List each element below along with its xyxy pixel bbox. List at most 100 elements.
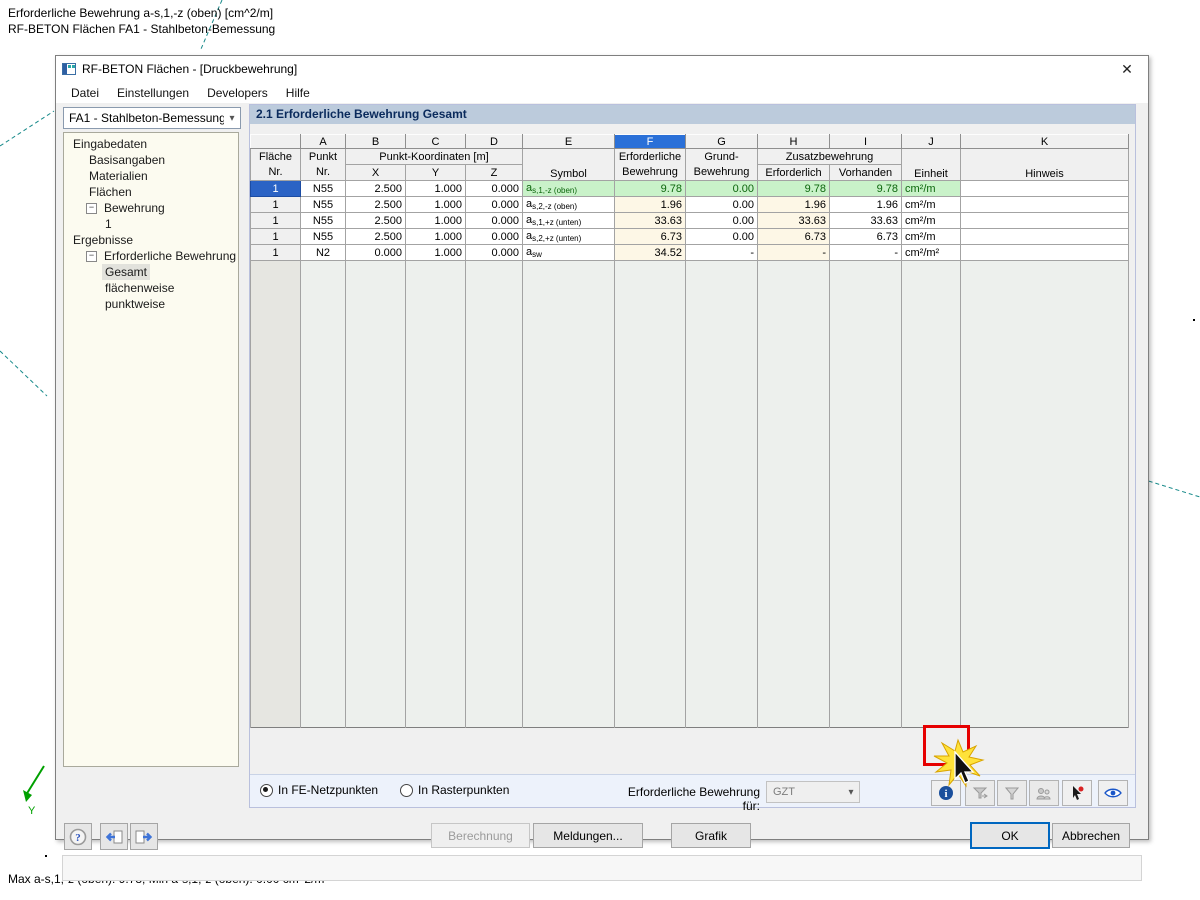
col-header-symbol[interactable]: Symbol [523,149,615,181]
cell-zusatz-vorhanden[interactable]: 33.63 [830,213,902,229]
menu-item-hilfe[interactable]: Hilfe [277,84,319,102]
cell-zusatz-erforderlich[interactable]: 1.96 [758,197,830,213]
column-letter-J[interactable]: J [902,135,961,149]
cell-x[interactable]: 2.500 [346,181,406,197]
radio-fe-netzpunkte[interactable]: In FE-Netzpunkten [260,783,378,797]
filter-button[interactable] [997,780,1027,806]
column-letter-C[interactable]: C [406,135,466,149]
cell-zusatz-vorhanden[interactable]: 9.78 [830,181,902,197]
cell-symbol[interactable]: as,1,-z (oben) [523,181,615,197]
cell-grund[interactable]: - [686,245,758,261]
cell-x[interactable]: 0.000 [346,245,406,261]
col-header-hinweis[interactable]: Hinweis [961,149,1129,181]
cell-y[interactable]: 1.000 [406,197,466,213]
cell-erforderlich[interactable]: 34.52 [615,245,686,261]
col-header-y[interactable]: Y [406,165,466,181]
cell-hinweis[interactable] [961,213,1129,229]
cell-z[interactable]: 0.000 [466,213,523,229]
cell-symbol[interactable]: as,1,+z (unten) [523,213,615,229]
column-letter-F[interactable]: F [615,135,686,149]
column-letter-E[interactable]: E [523,135,615,149]
menu-item-developers[interactable]: Developers [198,84,277,102]
cell-y[interactable]: 1.000 [406,181,466,197]
col-header-flaeche[interactable]: FlächeNr. [251,149,301,181]
cell-grund[interactable]: 0.00 [686,197,758,213]
show-results-button[interactable] [1098,780,1128,806]
cell-grund[interactable]: 0.00 [686,181,758,197]
cell-grund[interactable]: 0.00 [686,213,758,229]
column-letter-B[interactable]: B [346,135,406,149]
tree-item-eingabedaten[interactable]: Eingabedaten [64,136,238,152]
tree-item-erforderliche-bewehrung[interactable]: −Erforderliche Bewehrung [64,248,238,264]
cell-flaeche[interactable]: 1 [251,181,301,197]
limit-state-select[interactable]: GZT ▾ [766,781,860,803]
cell-hinweis[interactable] [961,197,1129,213]
col-header-zusatz-vorh[interactable]: Vorhanden [830,165,902,181]
tree-item-bewehrung[interactable]: −Bewehrung [64,200,238,216]
tree-item-gesamt[interactable]: Gesamt [64,264,238,280]
jump-prev-table-button[interactable] [100,823,128,850]
design-case-selector[interactable]: FA1 - Stahlbeton-Bemessung ▾ [63,107,241,129]
tree-item-punktweise[interactable]: punktweise [64,296,238,312]
cell-zusatz-vorhanden[interactable]: - [830,245,902,261]
dialog-titlebar[interactable]: RF-BETON Flächen - [Druckbewehrung] ✕ [56,56,1148,82]
col-header-x[interactable]: X [346,165,406,181]
tree-item-materialien[interactable]: Materialien [64,168,238,184]
cell-flaeche[interactable]: 1 [251,229,301,245]
cell-punkt[interactable]: N55 [301,213,346,229]
cell-erforderlich[interactable]: 1.96 [615,197,686,213]
cell-flaeche[interactable]: 1 [251,213,301,229]
cell-erforderlich[interactable]: 33.63 [615,213,686,229]
cell-hinweis[interactable] [961,181,1129,197]
cell-zusatz-erforderlich[interactable]: - [758,245,830,261]
tree-item-1[interactable]: 1 [64,216,238,232]
cell-symbol[interactable]: as,2,+z (unten) [523,229,615,245]
column-letter-D[interactable]: D [466,135,523,149]
cell-z[interactable]: 0.000 [466,245,523,261]
col-header-zusatz-erf[interactable]: Erforderlich [758,165,830,181]
column-letter-G[interactable]: G [686,135,758,149]
cell-y[interactable]: 1.000 [406,213,466,229]
jump-to-graphic-button[interactable] [1062,780,1092,806]
cell-zusatz-erforderlich[interactable]: 6.73 [758,229,830,245]
col-header-einheit[interactable]: Einheit [902,149,961,181]
collapse-icon[interactable]: − [86,203,97,214]
cell-erforderlich[interactable]: 9.78 [615,181,686,197]
col-header-erforderliche[interactable]: ErforderlicheBewehrung [615,149,686,181]
tree-item-ergebnisse[interactable]: Ergebnisse [64,232,238,248]
cell-grund[interactable]: 0.00 [686,229,758,245]
cell-einheit[interactable]: cm²/m [902,213,961,229]
cell-z[interactable]: 0.000 [466,229,523,245]
cell-einheit[interactable]: cm²/m [902,229,961,245]
cell-z[interactable]: 0.000 [466,197,523,213]
cell-einheit[interactable]: cm²/m² [902,245,961,261]
cell-zusatz-erforderlich[interactable]: 9.78 [758,181,830,197]
col-header-zusatz[interactable]: Zusatzbewehrung [758,149,902,165]
radio-rasterpunkte[interactable]: In Rasterpunkten [400,783,509,797]
cell-x[interactable]: 2.500 [346,213,406,229]
column-letter-I[interactable]: I [830,135,902,149]
cell-x[interactable]: 2.500 [346,197,406,213]
abbrechen-button[interactable]: Abbrechen [1052,823,1130,848]
cell-zusatz-vorhanden[interactable]: 1.96 [830,197,902,213]
meldungen-button[interactable]: Meldungen... [533,823,643,848]
ok-button[interactable]: OK [970,822,1050,849]
help-button[interactable]: ? [64,823,92,850]
search-rows-button[interactable] [1029,780,1059,806]
tree-item-flächenweise[interactable]: flächenweise [64,280,238,296]
cell-hinweis[interactable] [961,245,1129,261]
col-header-punkt[interactable]: PunktNr. [301,149,346,181]
cell-einheit[interactable]: cm²/m [902,181,961,197]
menu-item-datei[interactable]: Datei [62,84,108,102]
grafik-button[interactable]: Grafik [671,823,751,848]
cell-hinweis[interactable] [961,229,1129,245]
cell-flaeche[interactable]: 1 [251,197,301,213]
cell-einheit[interactable]: cm²/m [902,197,961,213]
cell-zusatz-vorhanden[interactable]: 6.73 [830,229,902,245]
collapse-icon[interactable]: − [86,251,97,262]
column-letter-A[interactable]: A [301,135,346,149]
cell-punkt[interactable]: N55 [301,197,346,213]
cell-punkt[interactable]: N55 [301,181,346,197]
cell-y[interactable]: 1.000 [406,229,466,245]
cell-z[interactable]: 0.000 [466,181,523,197]
